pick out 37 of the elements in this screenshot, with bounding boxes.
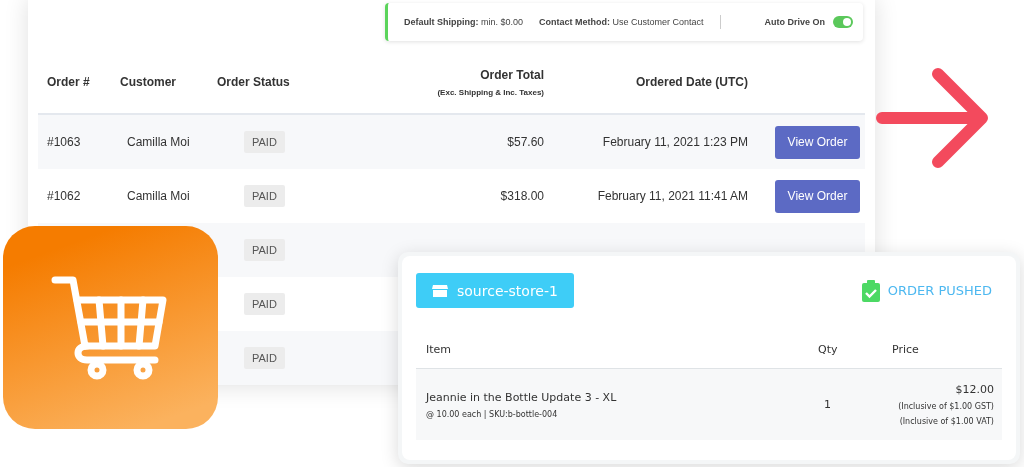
table-cell: February 11, 2021 11:41 AM [597,189,748,203]
column-header: Order # [47,75,90,89]
table-cell: Camilla Moi [127,135,190,149]
status-badge: PAID [244,185,285,207]
tax-note: (Inclusive of $1.00 GST) [898,402,994,411]
column-header: Order Status [217,75,290,89]
item-quantity: 1 [824,398,831,411]
view-order-button[interactable]: View Order [775,125,860,159]
table-cell: Camilla Moi [127,189,190,203]
column-header: Item [426,342,452,356]
column-header: Customer [120,75,176,89]
item-name: Jeannie in the Bottle Update 3 - XL [426,390,617,404]
order-status: ORDER PUSHED [887,283,992,298]
table-cell: $318.00 [500,189,544,203]
view-order-button[interactable]: View Order [775,179,860,213]
toggle-switch[interactable] [833,16,853,28]
setting-text: Contact Method: Use Customer Contact [539,17,704,27]
status-badge: PAID [244,293,285,315]
table-cell: #1063 [47,135,81,149]
toggle-label: Auto Drive On [764,17,825,27]
setting-text: Default Shipping: min. $0.00 [404,17,524,27]
item-price: $12.00 [955,383,994,396]
clipboard-check-icon [861,279,880,302]
table-cell: $57.60 [507,135,544,149]
table-cell: #1062 [47,189,81,203]
column-header: Order Total [480,67,544,82]
item-detail: @ 10.00 each | SKU:b-bottle-004 [426,409,558,419]
column-header: Ordered Date (UTC) [636,75,748,89]
store-icon [432,283,448,298]
tax-note: (Inclusive of $1.00 VAT) [899,417,994,426]
column-subheader: (Exc. Shipping & Inc. Taxes) [437,87,544,97]
status-badge: PAID [244,347,285,369]
status-badge: PAID [244,131,285,153]
column-header: Qty [818,342,838,356]
column-header: Price [892,342,919,356]
table-cell: February 11, 2021 1:23 PM [602,135,748,149]
status-badge: PAID [244,239,285,261]
